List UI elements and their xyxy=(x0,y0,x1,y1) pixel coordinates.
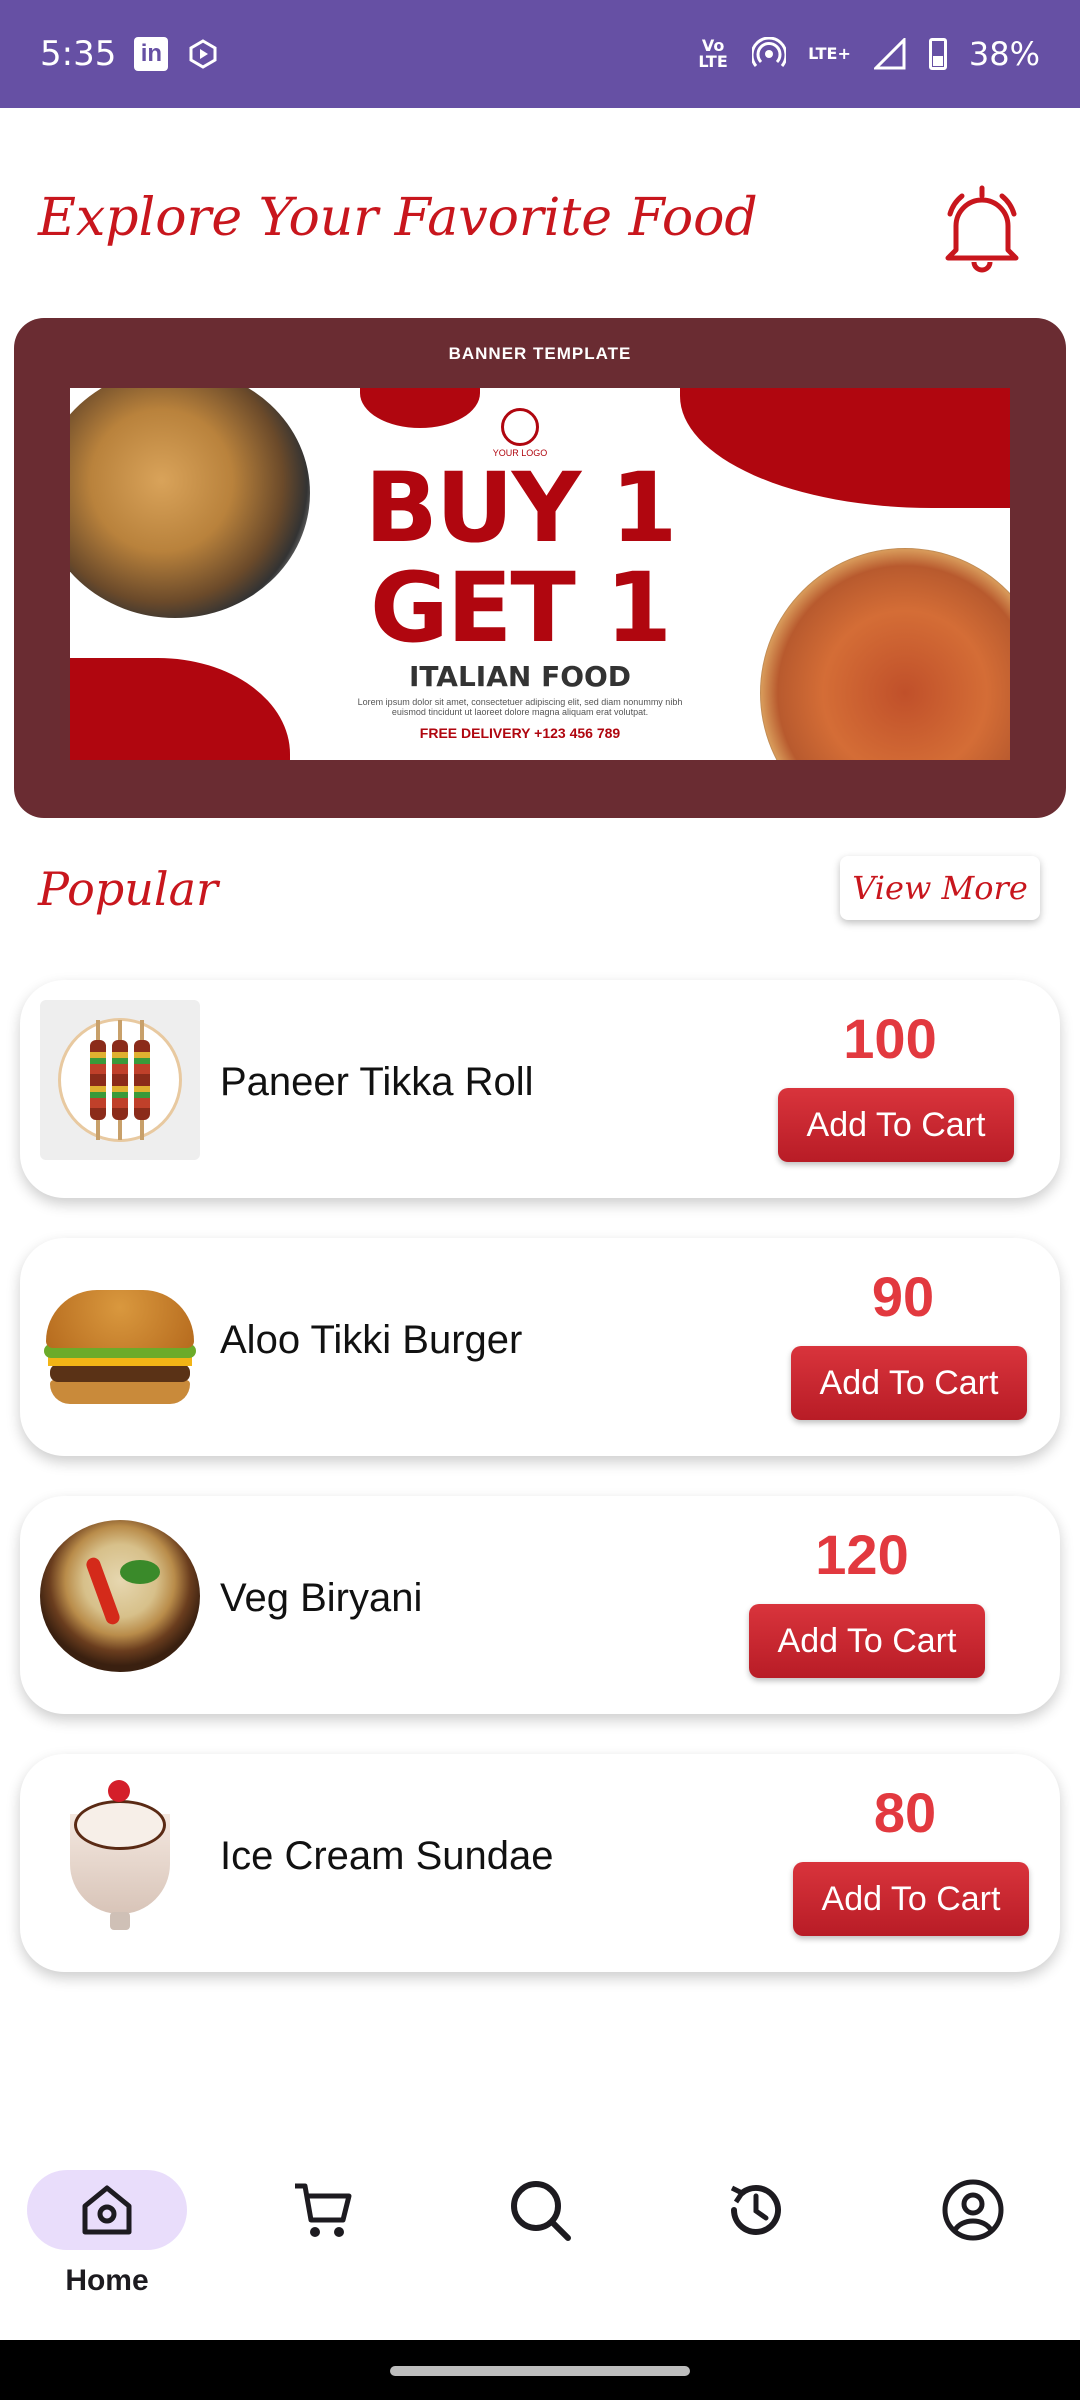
food-name: Aloo Tikki Burger xyxy=(220,1318,523,1362)
banner-promo-text: YOUR LOGO BUY 1 GET 1 ITALIAN FOOD Lorem… xyxy=(310,408,730,741)
status-time: 5:35 xyxy=(40,34,117,74)
banner-logo xyxy=(501,408,539,446)
status-bar: 5:35 in Vo LTE LTE+ 38% xyxy=(0,0,1080,108)
banner-body: Lorem ipsum dolor sit amet, consectetuer… xyxy=(357,697,683,717)
add-to-cart-button[interactable]: Add To Cart xyxy=(778,1088,1014,1162)
food-card[interactable]: Ice Cream Sundae 80 Add To Cart xyxy=(20,1754,1060,1972)
banner-headline-1: BUY 1 xyxy=(364,452,678,564)
nav-profile[interactable] xyxy=(888,2170,1058,2320)
search-icon xyxy=(460,2170,620,2250)
food-name: Paneer Tikka Roll xyxy=(220,1060,534,1104)
bottom-navigation: Home xyxy=(0,2150,1080,2340)
banner-headline-2: GET 1 xyxy=(369,552,672,664)
pizza-image xyxy=(760,548,1010,760)
banner-image: YOUR LOGO BUY 1 GET 1 ITALIAN FOOD Lorem… xyxy=(70,388,1010,760)
food-image xyxy=(40,1516,200,1676)
page-title: Explore Your Favorite Food xyxy=(38,188,758,248)
food-name: Veg Biryani xyxy=(220,1576,423,1620)
hotspot-icon xyxy=(752,37,787,71)
food-card[interactable]: Aloo Tikki Burger 90 Add To Cart xyxy=(20,1238,1060,1456)
nav-history[interactable] xyxy=(671,2170,841,2320)
nav-search[interactable] xyxy=(455,2170,625,2320)
home-gesture-handle[interactable] xyxy=(390,2366,690,2376)
food-image xyxy=(40,1000,200,1160)
header: Explore Your Favorite Food xyxy=(0,108,1080,318)
food-card[interactable]: Paneer Tikka Roll 100 Add To Cart xyxy=(20,980,1060,1198)
battery-icon xyxy=(928,38,947,70)
profile-icon xyxy=(893,2170,1053,2250)
network-label: LTE+ xyxy=(808,44,851,63)
history-icon xyxy=(676,2170,836,2250)
play-icon xyxy=(186,37,220,71)
bell-icon[interactable] xyxy=(940,184,1024,274)
signal-icon xyxy=(873,37,907,71)
popular-section-header: Popular View More xyxy=(0,852,1080,952)
add-to-cart-button[interactable]: Add To Cart xyxy=(793,1862,1029,1936)
nav-cart[interactable] xyxy=(238,2170,408,2320)
banner-template-label: BANNER TEMPLATE xyxy=(448,344,632,363)
banner-delivery: FREE DELIVERY +123 456 789 xyxy=(419,725,621,741)
pasta-image xyxy=(70,388,310,618)
banner-subtitle: ITALIAN FOOD xyxy=(408,660,632,693)
battery-percent: 38% xyxy=(968,35,1040,73)
add-to-cart-button[interactable]: Add To Cart xyxy=(749,1604,985,1678)
food-card[interactable]: Veg Biryani 120 Add To Cart xyxy=(20,1496,1060,1714)
food-price: 120 xyxy=(815,1523,909,1586)
popular-title: Popular xyxy=(38,862,218,916)
system-navigation-bar xyxy=(0,2340,1080,2400)
linkedin-icon: in xyxy=(134,37,169,71)
volte-icon: Vo LTE xyxy=(698,36,728,71)
food-name: Ice Cream Sundae xyxy=(220,1834,554,1878)
banner-decor xyxy=(70,658,290,760)
food-image xyxy=(40,1258,200,1418)
nav-home[interactable]: Home xyxy=(22,2170,192,2320)
food-image xyxy=(40,1774,200,1934)
cart-icon xyxy=(243,2170,403,2250)
nav-home-label: Home xyxy=(65,2264,149,2297)
food-price: 90 xyxy=(871,1265,935,1328)
food-price: 100 xyxy=(843,1007,937,1070)
promo-banner[interactable]: BANNER TEMPLATE YOUR LOGO BUY 1 GET 1 IT… xyxy=(14,318,1066,818)
view-more-button[interactable]: View More xyxy=(840,856,1040,920)
add-to-cart-button[interactable]: Add To Cart xyxy=(791,1346,1027,1420)
food-price: 80 xyxy=(873,1781,937,1844)
home-icon xyxy=(27,2170,187,2250)
